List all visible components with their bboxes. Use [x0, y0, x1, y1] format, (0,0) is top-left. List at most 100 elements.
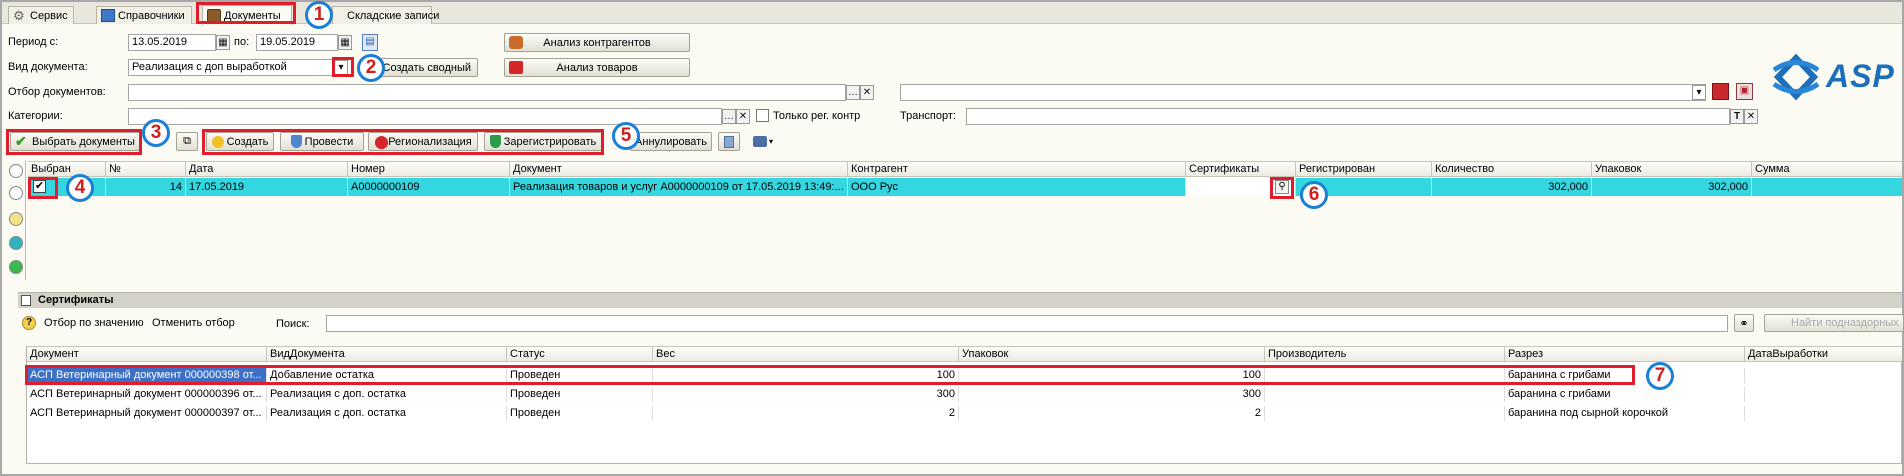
- sun-icon: [211, 135, 224, 148]
- delete-icon[interactable]: ▣: [1736, 83, 1753, 100]
- transport-field[interactable]: [966, 108, 1730, 125]
- find-substrings-button[interactable]: Найти подназдорных: [1764, 314, 1904, 332]
- document-icon: [21, 295, 31, 306]
- period-from-field[interactable]: 13.05.2019: [128, 34, 216, 51]
- cancel-docs-button[interactable]: Аннулировать: [630, 132, 712, 151]
- column-header[interactable]: Документ: [510, 162, 848, 177]
- row-checkbox[interactable]: ✔: [33, 180, 46, 193]
- search-input[interactable]: [326, 315, 1728, 332]
- certs-panel-title: Сертификаты: [38, 294, 114, 306]
- column-header[interactable]: Разрез: [1505, 347, 1745, 362]
- cert-kind: Реализация с доп. остатка: [267, 406, 507, 421]
- analysis-goods-button[interactable]: Анализ товаров: [504, 58, 690, 77]
- shield-check-icon: [489, 135, 501, 148]
- cert-packages: 100: [959, 368, 1265, 383]
- cert-row[interactable]: АСП Ветеринарный документ 000000397 от..…: [27, 406, 1902, 421]
- extra-filter-field[interactable]: [900, 84, 1706, 101]
- column-header[interactable]: ДатаВыработки: [1745, 347, 1902, 362]
- chevron-down-icon[interactable]: ▾: [1692, 85, 1706, 100]
- period-to-field[interactable]: 19.05.2019: [256, 34, 338, 51]
- save-icon[interactable]: [1712, 83, 1729, 100]
- tab-warehouse-records[interactable]: Складские записи: [332, 6, 439, 24]
- selection-field[interactable]: [128, 84, 846, 101]
- cert-date: [1745, 387, 1902, 402]
- annotation-badge: 4: [66, 174, 94, 202]
- help-icon[interactable]: ?: [22, 316, 36, 330]
- column-header[interactable]: ВидДокумента: [267, 347, 507, 362]
- radio-icon[interactable]: [9, 212, 23, 226]
- column-header[interactable]: Документ: [27, 347, 267, 362]
- cert-status: Проведен: [507, 368, 653, 383]
- column-header[interactable]: Сертификаты: [1186, 162, 1296, 177]
- cert-row[interactable]: АСП Ветеринарный документ 000000396 от..…: [27, 387, 1902, 402]
- cert-producer: [1265, 387, 1505, 402]
- column-header[interactable]: №: [106, 162, 186, 177]
- radio-filled-icon[interactable]: [9, 236, 23, 250]
- column-header[interactable]: Контрагент: [848, 162, 1186, 177]
- cert-producer: [1265, 368, 1505, 383]
- doc-type-select[interactable]: Реализация с доп выработкой: [128, 59, 334, 76]
- register-button[interactable]: Зарегистрировать: [484, 132, 602, 151]
- column-header[interactable]: Выбран: [28, 162, 106, 177]
- copy-icon[interactable]: ⧉: [176, 132, 198, 151]
- column-header[interactable]: Вес: [653, 347, 959, 362]
- column-header[interactable]: Упаковок: [1592, 162, 1752, 177]
- cert-date: [1745, 406, 1902, 421]
- column-header[interactable]: Производитель: [1265, 347, 1505, 362]
- filter-by-value-link[interactable]: Отбор по значению: [44, 317, 144, 329]
- create-button[interactable]: Создать: [206, 132, 274, 151]
- chevron-down-icon[interactable]: ▾: [334, 60, 348, 75]
- categories-field[interactable]: [128, 108, 722, 125]
- row-quantity: 302,000: [1432, 178, 1592, 196]
- cancel-filter-link[interactable]: Отменить отбор: [152, 317, 235, 329]
- clear-icon[interactable]: ✕: [860, 85, 874, 100]
- annotation-badge: 7: [1646, 362, 1674, 390]
- ellipsis-icon[interactable]: …: [722, 109, 736, 124]
- annotation-badge: 6: [1300, 181, 1328, 209]
- analysis-contractors-button[interactable]: Анализ контрагентов: [504, 33, 690, 52]
- docs-table-header: Выбран № Дата Номер Документ Контрагент …: [28, 161, 1902, 177]
- button-label: Анализ контрагентов: [543, 36, 651, 49]
- tab-documents[interactable]: Документы: [202, 5, 292, 25]
- column-header[interactable]: Упаковок: [959, 347, 1265, 362]
- row-packages: 302,000: [1592, 178, 1752, 196]
- column-header[interactable]: Сумма: [1752, 162, 1902, 177]
- button-label: Провести: [304, 135, 354, 148]
- post-button[interactable]: Провести: [280, 132, 364, 151]
- transport-label: Транспорт:: [900, 110, 956, 122]
- column-header[interactable]: Статус: [507, 347, 653, 362]
- cert-weight: 300: [653, 387, 959, 402]
- binoculars-icon[interactable]: ⚭: [1734, 314, 1754, 332]
- tab-service[interactable]: ⚙ Сервис: [8, 6, 74, 24]
- period-to-label: по:: [234, 36, 250, 48]
- column-header[interactable]: Регистрирован: [1296, 162, 1432, 177]
- cert-row[interactable]: АСП Ветеринарный документ 000000398 от..…: [27, 368, 1902, 383]
- tab-directories[interactable]: Справочники: [96, 6, 192, 24]
- print-icon[interactable]: ▾: [748, 132, 778, 151]
- clear-icon[interactable]: ✕: [736, 109, 750, 124]
- calendar-icon[interactable]: ▦: [338, 35, 352, 50]
- cert-kind: Реализация с доп. остатка: [267, 387, 507, 402]
- ellipsis-icon[interactable]: …: [846, 85, 860, 100]
- calendar-icon[interactable]: ▦: [216, 35, 230, 50]
- column-header[interactable]: Номер: [348, 162, 510, 177]
- radio-icon[interactable]: [9, 164, 23, 178]
- certs-panel-header: Сертификаты: [18, 292, 1902, 308]
- text-icon[interactable]: T: [1730, 109, 1744, 124]
- radio-icon[interactable]: [9, 186, 23, 200]
- magnifier-icon[interactable]: ⚲: [1275, 180, 1289, 194]
- select-docs-button[interactable]: ✔ Выбрать документы: [10, 132, 140, 151]
- trash-icon[interactable]: [718, 132, 740, 151]
- create-summary-button[interactable]: Создать сводный: [378, 58, 478, 77]
- period-picker-icon[interactable]: ▤: [362, 34, 378, 51]
- radio-green-icon[interactable]: [9, 260, 23, 274]
- map-pin-icon: ⬤: [374, 134, 389, 149]
- clear-icon[interactable]: ✕: [1744, 109, 1758, 124]
- annotation-badge: 2: [357, 54, 385, 82]
- column-header[interactable]: Дата: [186, 162, 348, 177]
- row-contractor: ООО Рус: [848, 178, 1186, 196]
- table-row[interactable]: ✔ 14 17.05.2019 A0000000109 Реализация т…: [28, 178, 1902, 196]
- only-reg-checkbox[interactable]: [756, 109, 769, 122]
- regionalization-button[interactable]: ⬤ Регионализация: [368, 132, 478, 151]
- column-header[interactable]: Количество: [1432, 162, 1592, 177]
